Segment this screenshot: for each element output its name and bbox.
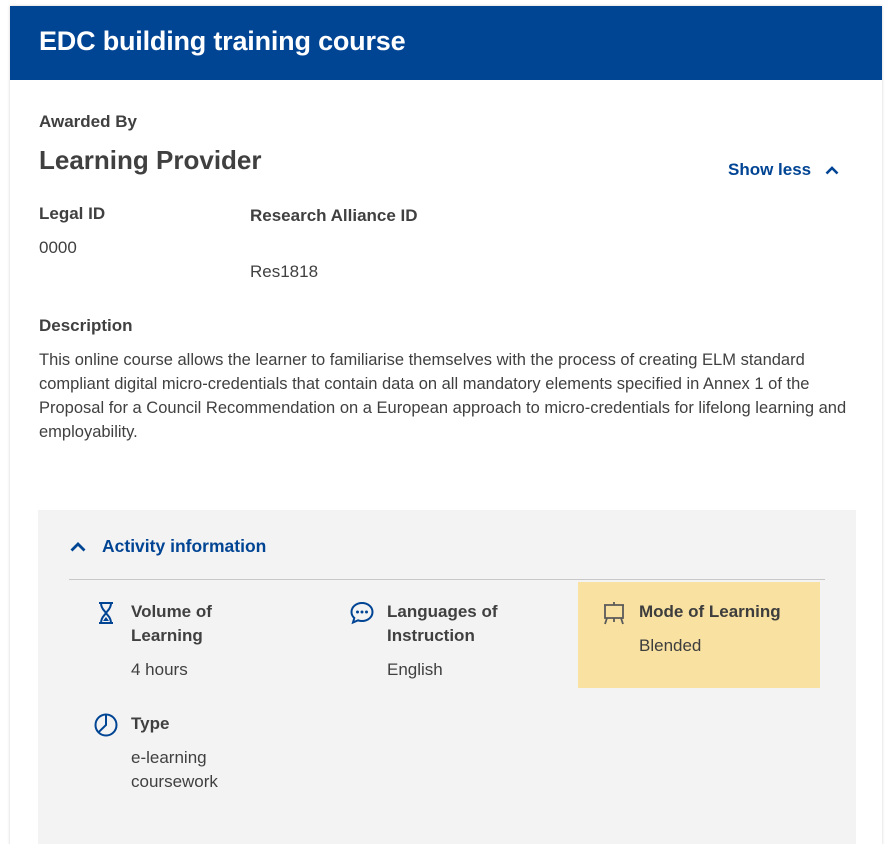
item-value: Blended bbox=[639, 636, 702, 655]
activity-title: Activity information bbox=[102, 536, 267, 556]
mode-of-learning-item: Mode of Learning Blended bbox=[601, 600, 811, 660]
card-header: EDC building training course bbox=[10, 6, 882, 80]
activity-panel: Activity information Volume of Learning … bbox=[38, 510, 856, 844]
presentation-board-icon bbox=[604, 602, 624, 625]
item-value: English bbox=[387, 660, 443, 679]
item-value: e-learning coursework bbox=[131, 748, 218, 791]
item-label: Type bbox=[131, 714, 170, 733]
divider bbox=[69, 579, 825, 580]
item-label: Languages of Instruction bbox=[387, 602, 498, 645]
research-alliance-label: Research Alliance ID bbox=[250, 206, 418, 225]
item-label: Mode of Learning bbox=[639, 602, 781, 621]
volume-of-learning-item: Volume of Learning 4 hours bbox=[93, 600, 293, 680]
chevron-up-icon bbox=[825, 166, 839, 175]
languages-of-instruction-item: Languages of Instruction English bbox=[349, 600, 549, 680]
hourglass-icon bbox=[99, 602, 113, 624]
chat-bubble-icon bbox=[350, 601, 374, 625]
research-alliance-value: Res1818 bbox=[250, 262, 319, 281]
item-value: 4 hours bbox=[131, 660, 188, 679]
description-label: Description bbox=[39, 316, 133, 335]
type-item: Type e-learning coursework bbox=[93, 712, 293, 792]
chevron-up-icon bbox=[70, 542, 86, 552]
provider-name: Learning Provider bbox=[39, 145, 262, 175]
description-text: This online course allows the learner to… bbox=[39, 351, 847, 441]
show-less-button[interactable]: Show less bbox=[728, 159, 839, 181]
activity-toggle[interactable]: Activity information bbox=[70, 536, 266, 557]
item-label: Volume of Learning bbox=[131, 602, 212, 645]
pie-chart-icon bbox=[94, 713, 118, 737]
legal-id-value: 0000 bbox=[39, 238, 77, 257]
show-less-label: Show less bbox=[728, 160, 812, 179]
awarded-by-label: Awarded By bbox=[39, 112, 137, 131]
page-title: EDC building training course bbox=[39, 26, 406, 56]
legal-id-label: Legal ID bbox=[39, 204, 106, 223]
credential-card: EDC building training course Awarded By … bbox=[10, 6, 882, 844]
